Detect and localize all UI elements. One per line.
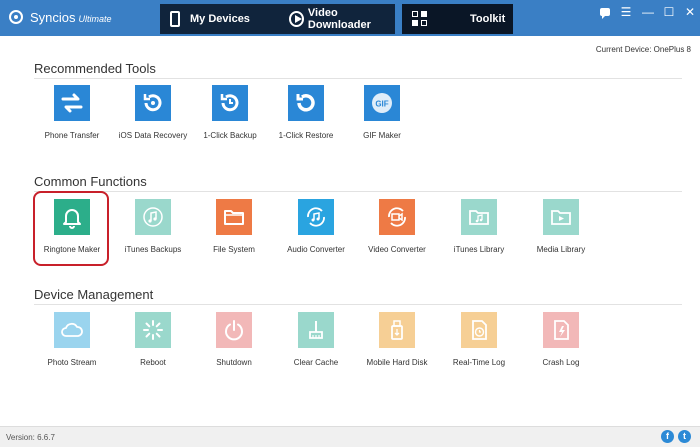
crash-log-icon bbox=[543, 312, 579, 348]
music-folder-icon bbox=[461, 199, 497, 235]
twitter-icon[interactable]: t bbox=[678, 430, 691, 443]
backup-clock-icon bbox=[212, 85, 248, 121]
usb-disk-icon bbox=[379, 312, 415, 348]
media-folder-icon bbox=[543, 199, 579, 235]
section-divider bbox=[34, 78, 682, 79]
bell-icon bbox=[54, 199, 90, 235]
syncios-logo-icon bbox=[9, 10, 23, 24]
app-edition: Ultimate bbox=[78, 14, 112, 24]
tool-label: Audio Converter bbox=[287, 245, 345, 254]
tool-real-time-log[interactable]: Real-Time Log bbox=[434, 312, 524, 382]
tool-gif-maker[interactable]: GIF GIF Maker bbox=[337, 85, 427, 155]
section-divider bbox=[34, 304, 682, 305]
tool-label: iTunes Backups bbox=[124, 245, 182, 254]
tool-phone-transfer[interactable]: Phone Transfer bbox=[27, 85, 117, 155]
tab-video-downloader[interactable]: Video Downloader bbox=[281, 4, 395, 34]
tool-label: Video Converter bbox=[368, 245, 426, 254]
tab-my-devices-label: My Devices bbox=[190, 13, 250, 25]
transfer-arrows-icon bbox=[54, 85, 90, 121]
toolkit-grid-icon bbox=[412, 11, 428, 27]
tool-ringtone-maker[interactable]: Ringtone Maker bbox=[27, 199, 117, 269]
section-divider bbox=[34, 191, 682, 192]
minimize-icon[interactable]: — bbox=[640, 4, 656, 20]
music-note-icon bbox=[135, 199, 171, 235]
maximize-icon[interactable]: ☐ bbox=[661, 4, 677, 20]
tool-label: Mobile Hard Disk bbox=[366, 358, 428, 367]
tool-label: Shutdown bbox=[216, 358, 252, 367]
current-device-label: Current Device: OnePlus 8 bbox=[595, 45, 691, 54]
svg-text:GIF: GIF bbox=[375, 100, 388, 109]
tool-label: Reboot bbox=[140, 358, 166, 367]
tool-photo-stream[interactable]: Photo Stream bbox=[27, 312, 117, 382]
folder-icon bbox=[216, 199, 252, 235]
reboot-icon bbox=[135, 312, 171, 348]
menu-icon[interactable]: ☰ bbox=[618, 4, 634, 20]
tool-media-library[interactable]: Media Library bbox=[516, 199, 606, 269]
tool-label: GIF Maker bbox=[363, 131, 401, 140]
tool-reboot[interactable]: Reboot bbox=[108, 312, 198, 382]
tool-label: File System bbox=[213, 245, 255, 254]
tool-clear-cache[interactable]: Clear Cache bbox=[271, 312, 361, 382]
status-bar: Version: 6.6.7 bbox=[0, 426, 700, 447]
tool-video-converter[interactable]: Video Converter bbox=[352, 199, 442, 269]
tab-my-devices[interactable]: My Devices bbox=[160, 4, 281, 34]
tab-video-downloader-label: Video Downloader bbox=[307, 7, 371, 31]
section-title-common: Common Functions bbox=[34, 174, 147, 189]
log-clock-icon bbox=[461, 312, 497, 348]
tool-file-system[interactable]: File System bbox=[189, 199, 279, 269]
tool-label: iTunes Library bbox=[453, 245, 505, 254]
section-title-device: Device Management bbox=[34, 287, 154, 302]
tool-label: Crash Log bbox=[542, 358, 580, 367]
app-title: Syncios Ultimate bbox=[30, 10, 112, 25]
power-icon bbox=[216, 312, 252, 348]
tool-itunes-backups[interactable]: iTunes Backups bbox=[108, 199, 198, 269]
tool-label: Photo Stream bbox=[47, 358, 97, 367]
cloud-icon bbox=[54, 312, 90, 348]
tool-label: Phone Transfer bbox=[44, 131, 100, 140]
broom-icon bbox=[298, 312, 334, 348]
facebook-icon[interactable]: f bbox=[661, 430, 674, 443]
phone-icon bbox=[170, 11, 180, 27]
tool-label: Ringtone Maker bbox=[43, 245, 101, 254]
tool-mobile-hard-disk[interactable]: Mobile Hard Disk bbox=[352, 312, 442, 382]
recovery-icon bbox=[135, 85, 171, 121]
chat-icon[interactable] bbox=[597, 4, 613, 20]
gif-icon: GIF bbox=[364, 85, 400, 121]
app-name: Syncios bbox=[30, 10, 76, 25]
close-icon[interactable]: ✕ bbox=[682, 4, 698, 20]
tool-label: Real-Time Log bbox=[452, 358, 506, 367]
tool-label: Clear Cache bbox=[293, 358, 339, 367]
tab-toolkit-label: Toolkit bbox=[470, 13, 506, 25]
version-label: Version: 6.6.7 bbox=[6, 433, 55, 442]
play-icon bbox=[289, 11, 304, 27]
tab-toolkit[interactable]: Toolkit bbox=[402, 4, 513, 34]
tool-audio-converter[interactable]: Audio Converter bbox=[271, 199, 361, 269]
tool-itunes-library[interactable]: iTunes Library bbox=[434, 199, 524, 269]
tool-crash-log[interactable]: Crash Log bbox=[516, 312, 606, 382]
audio-convert-icon bbox=[298, 199, 334, 235]
restore-icon bbox=[288, 85, 324, 121]
video-convert-icon bbox=[379, 199, 415, 235]
tool-label: Media Library bbox=[536, 245, 586, 254]
section-title-recommended: Recommended Tools bbox=[34, 61, 156, 76]
tool-shutdown[interactable]: Shutdown bbox=[189, 312, 279, 382]
